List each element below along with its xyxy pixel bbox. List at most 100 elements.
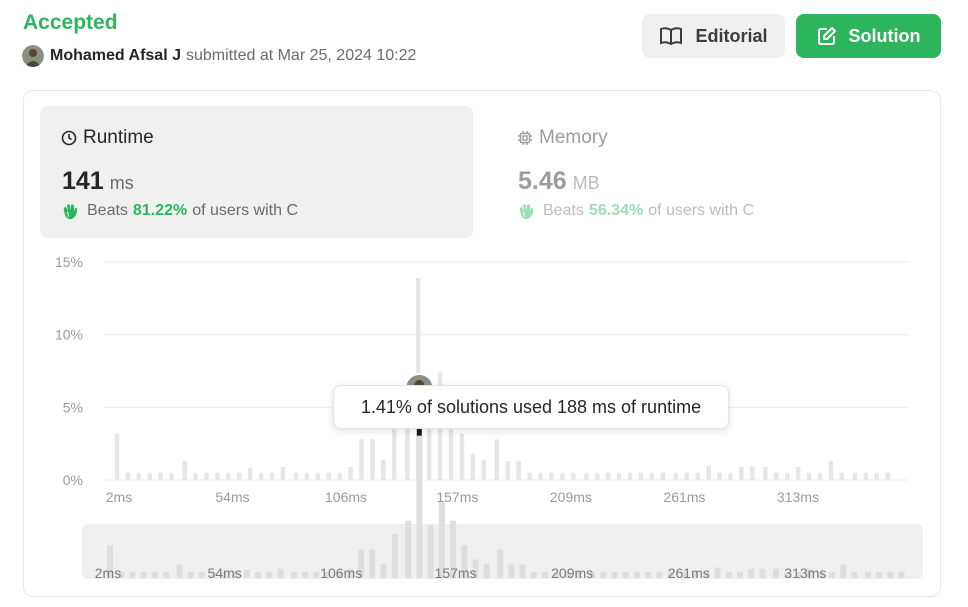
brush-bar [840,564,847,578]
chart-bar [763,466,768,480]
chart-tooltip: 1.41% of solutions used 188 ms of runtim… [333,385,729,429]
chart-bar [806,472,812,480]
y-tick-label: 10% [55,327,83,343]
chart-bar [560,472,565,480]
brush-bar [313,572,320,578]
brush-bar [851,572,858,578]
chart-bar [494,439,500,480]
chart-bar [774,472,779,480]
chart-bar [549,472,554,480]
chart-bar [728,472,733,480]
y-tick-label: 15% [55,254,83,270]
chart-bar [326,472,332,480]
x-tick-label: 261ms [663,489,705,505]
chart-bar [348,466,353,480]
chart-bar [627,472,633,480]
chart-bar [584,472,589,480]
chart-bar [280,466,286,480]
chart-bar [505,461,511,480]
brush-bar [483,563,490,578]
brush-bar [611,572,618,578]
chart-bar [739,466,744,480]
x-tick-label: 313ms [777,489,819,505]
chart-bar [182,461,187,480]
chart-bar [169,472,174,480]
brush-bar [129,572,136,578]
chart-bar [660,472,666,480]
brush-tick-label: 2ms [95,565,121,581]
chart-bar [839,472,845,480]
brush-bar [876,572,883,578]
chart-bar [527,472,532,480]
brush-bar [829,572,836,578]
chart-bar [337,472,342,480]
chart-bar [315,472,321,480]
chart-bar [516,461,521,480]
brush-tick-label: 157ms [435,565,477,581]
brush-bar [302,572,309,578]
chart-bar [874,472,879,480]
chart-bar [370,439,375,480]
brush-bar [187,572,194,578]
brush-bar [198,572,205,578]
chart-bar [649,472,655,480]
chart-bar [459,433,465,480]
brush-bar [369,549,376,578]
brush-tick-label: 209ms [551,565,593,581]
x-tick-label: 2ms [106,489,132,505]
chart-bar [215,472,220,480]
chart-bar [717,472,722,480]
chart-bar [885,472,890,480]
brush-bar [391,533,398,578]
brush-tick-label: 54ms [207,565,241,581]
x-tick-label: 209ms [550,489,592,505]
brush-bar [772,568,779,578]
chart-bar [381,459,386,480]
chart-bar [863,472,869,480]
brush-tick-label: 261ms [668,565,710,581]
brush-bar [656,572,663,578]
chart-bar [571,472,576,480]
chart-bar [304,472,310,480]
chart-bar [828,461,834,480]
brush-bar [380,563,387,578]
chart-bar [595,472,600,480]
chart-bar [125,472,131,480]
chart-bar [359,439,364,480]
chart-bar [470,453,476,480]
chart-bar [114,433,120,480]
brush-bar [633,572,640,578]
chart-bar [695,472,700,480]
chart-bar [784,472,790,480]
chart-bar [852,472,858,480]
chart-bar [481,459,487,480]
x-tick-label: 106ms [325,489,367,505]
brush-bar [600,572,607,578]
chart-bar [750,466,755,480]
chart-bar [795,466,801,480]
y-tick-label: 5% [63,399,83,415]
brush-tick-label: 106ms [320,565,362,581]
brush-tick-label: 313ms [784,565,826,581]
brush-bar [508,564,515,578]
chart-bar [817,472,823,480]
brush-bar [887,572,894,578]
brush-bar [254,572,261,578]
chart-bar [684,472,690,480]
chart-bar [673,472,679,480]
brush-bar [714,567,721,578]
chart-bar [136,472,142,480]
chart-bar [706,465,711,480]
brush-bar [416,435,423,578]
brush-bar [176,564,183,578]
brush-bar [530,572,537,578]
brush-bar [266,572,273,578]
brush-bar [405,520,412,578]
brush-bar [243,569,250,578]
chart-bar [226,472,231,480]
brush-bar [519,564,526,578]
chart-bar [258,472,264,480]
chart-bar [193,472,198,480]
chart-bar [204,472,209,480]
chart-bar [158,472,163,480]
